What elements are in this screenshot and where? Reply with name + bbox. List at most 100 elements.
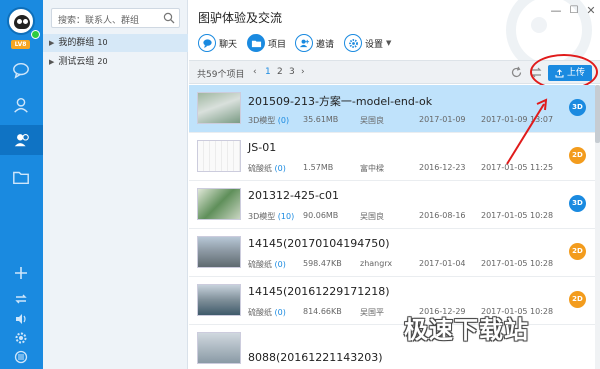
file-author: 富中樑	[360, 164, 384, 173]
invite-icon	[295, 34, 313, 52]
file-thumbnail	[197, 236, 241, 268]
file-author: 吴国良	[360, 212, 384, 221]
menu-icon[interactable]	[14, 350, 28, 364]
add-icon[interactable]	[14, 266, 28, 280]
file-type: 3D模型 (10)	[248, 212, 295, 221]
action-bar: 聊天 项目 邀请 设置 ▼	[189, 32, 600, 58]
file-size: 814.66KB	[303, 307, 342, 316]
file-type-badge: 2D	[569, 147, 586, 164]
file-author: 吴国平	[360, 308, 384, 317]
expand-arrow-icon[interactable]: ▶	[49, 39, 54, 47]
left-nav-rail: LV8	[0, 0, 43, 369]
avatar-eye-left	[17, 19, 22, 24]
avatar-face	[14, 15, 30, 29]
prev-page-icon[interactable]: ‹	[253, 67, 257, 77]
nav-groups-icon[interactable]	[0, 125, 43, 155]
file-type-badge: 2D	[569, 291, 586, 308]
file-type: 3D模型 (0)	[248, 116, 290, 125]
main-panel: 图驴体验及交流 — ☐ ✕ 聊天 项目 邀请 设置 ▼ 共59个项目 ‹ 1 2…	[189, 0, 600, 369]
file-type-badge: 2D	[569, 243, 586, 260]
annotation-arrow-icon	[506, 98, 548, 165]
group-item-test-cloud[interactable]: ▶ 测试云组 20	[43, 53, 188, 71]
file-thumbnail	[197, 332, 241, 364]
chat-button[interactable]: 聊天	[198, 32, 237, 54]
search-icon[interactable]	[163, 12, 175, 24]
group-panel: 搜索：联系人、群组 ▶ 我的群组 10 ▶ 测试云组 20	[43, 0, 188, 369]
avatar-eye-right	[23, 19, 28, 24]
watermark-text: 极速下载站	[404, 316, 529, 344]
settings-label: 设置	[365, 39, 384, 50]
maximize-icon[interactable]: ☐	[567, 4, 581, 18]
file-type-badge: 3D	[569, 99, 586, 116]
sync-icon[interactable]	[14, 292, 28, 306]
file-name: JS-01	[248, 141, 277, 154]
search-placeholder: 搜索：联系人、群组	[58, 16, 140, 26]
invite-button[interactable]: 邀请	[295, 32, 334, 54]
file-size: 1.57MB	[303, 163, 334, 172]
project-label: 项目	[268, 39, 287, 50]
file-type: 硫酸纸 (0)	[248, 308, 286, 317]
refresh-icon[interactable]	[510, 66, 523, 79]
expand-arrow-icon[interactable]: ▶	[49, 58, 54, 66]
file-name: 14145(20161229171218)	[248, 285, 390, 298]
settings-dropdown[interactable]: 设置 ▼	[344, 32, 391, 54]
online-status-icon	[31, 30, 40, 39]
invite-label: 邀请	[316, 39, 335, 50]
item-total: 共59个项目	[197, 70, 245, 80]
file-name: 201312-425-c01	[248, 189, 339, 202]
file-row[interactable]: 201312-425-c01 3D模型 (10) 90.06MB 吴国良 201…	[189, 181, 595, 229]
file-size: 90.06MB	[303, 211, 339, 220]
file-created: 2016-12-23	[419, 163, 466, 172]
volume-icon[interactable]	[14, 312, 28, 326]
file-created: 2016-08-16	[419, 211, 466, 220]
file-modified: 2017-01-05 10:28	[481, 211, 554, 220]
window-title: 图驴体验及交流	[198, 11, 283, 25]
close-icon[interactable]: ✕	[584, 4, 598, 18]
file-type: 硫酸纸 (0)	[248, 164, 286, 173]
group-item-my-groups[interactable]: ▶ 我的群组 10	[43, 34, 188, 52]
file-thumbnail	[197, 140, 241, 172]
page-2-link[interactable]: 2	[277, 67, 283, 77]
file-author: zhangrx	[360, 259, 393, 268]
group-count: 20	[97, 57, 108, 66]
file-size: 35.61MB	[303, 115, 339, 124]
file-row[interactable]: 14145(20170104194750) 硫酸纸 (0) 598.47KB z…	[189, 229, 595, 277]
group-name: 我的群组	[58, 38, 95, 48]
scrollbar-thumb[interactable]	[595, 85, 600, 143]
gear-icon	[344, 34, 362, 52]
page-1-link[interactable]: 1	[265, 67, 271, 77]
file-name: 8088(20161221143203)	[248, 351, 383, 364]
file-thumbnail	[197, 284, 241, 316]
project-button[interactable]: 项目	[247, 32, 286, 54]
nav-files-icon[interactable]	[11, 167, 31, 187]
list-scrollbar[interactable]	[595, 85, 600, 369]
next-page-icon[interactable]: ›	[301, 67, 305, 77]
chat-icon	[198, 34, 216, 52]
file-name: 14145(20170104194750)	[248, 237, 390, 250]
chat-label: 聊天	[219, 39, 238, 50]
file-type-badge: 3D	[569, 195, 586, 212]
chevron-down-icon: ▼	[386, 39, 392, 47]
user-avatar[interactable]	[7, 7, 35, 35]
file-created: 2017-01-04	[419, 259, 466, 268]
minimize-icon[interactable]: —	[549, 4, 563, 18]
group-name: 测试云组	[58, 57, 95, 67]
file-name: 201509-213-方案一-model-end-ok	[248, 95, 433, 108]
file-thumbnail	[197, 92, 241, 124]
search-input[interactable]: 搜索：联系人、群组	[51, 8, 180, 28]
page-3-link[interactable]: 3	[289, 67, 295, 77]
file-row[interactable]: 14145(20161229171218) 硫酸纸 (0) 814.66KB 吴…	[189, 277, 595, 325]
file-type: 硫酸纸 (0)	[248, 260, 286, 269]
group-count: 10	[97, 38, 108, 47]
file-size: 598.47KB	[303, 259, 342, 268]
file-row[interactable]: 8088(20161221143203)	[189, 325, 595, 369]
settings-icon[interactable]	[14, 331, 28, 345]
level-badge: LV8	[11, 40, 30, 49]
file-created: 2017-01-09	[419, 115, 466, 124]
nav-messages-icon[interactable]	[11, 60, 31, 80]
folder-icon	[247, 34, 265, 52]
file-modified: 2017-01-05 10:28	[481, 259, 554, 268]
nav-contacts-icon[interactable]	[11, 95, 31, 115]
file-thumbnail	[197, 188, 241, 220]
file-author: 吴国良	[360, 116, 384, 125]
